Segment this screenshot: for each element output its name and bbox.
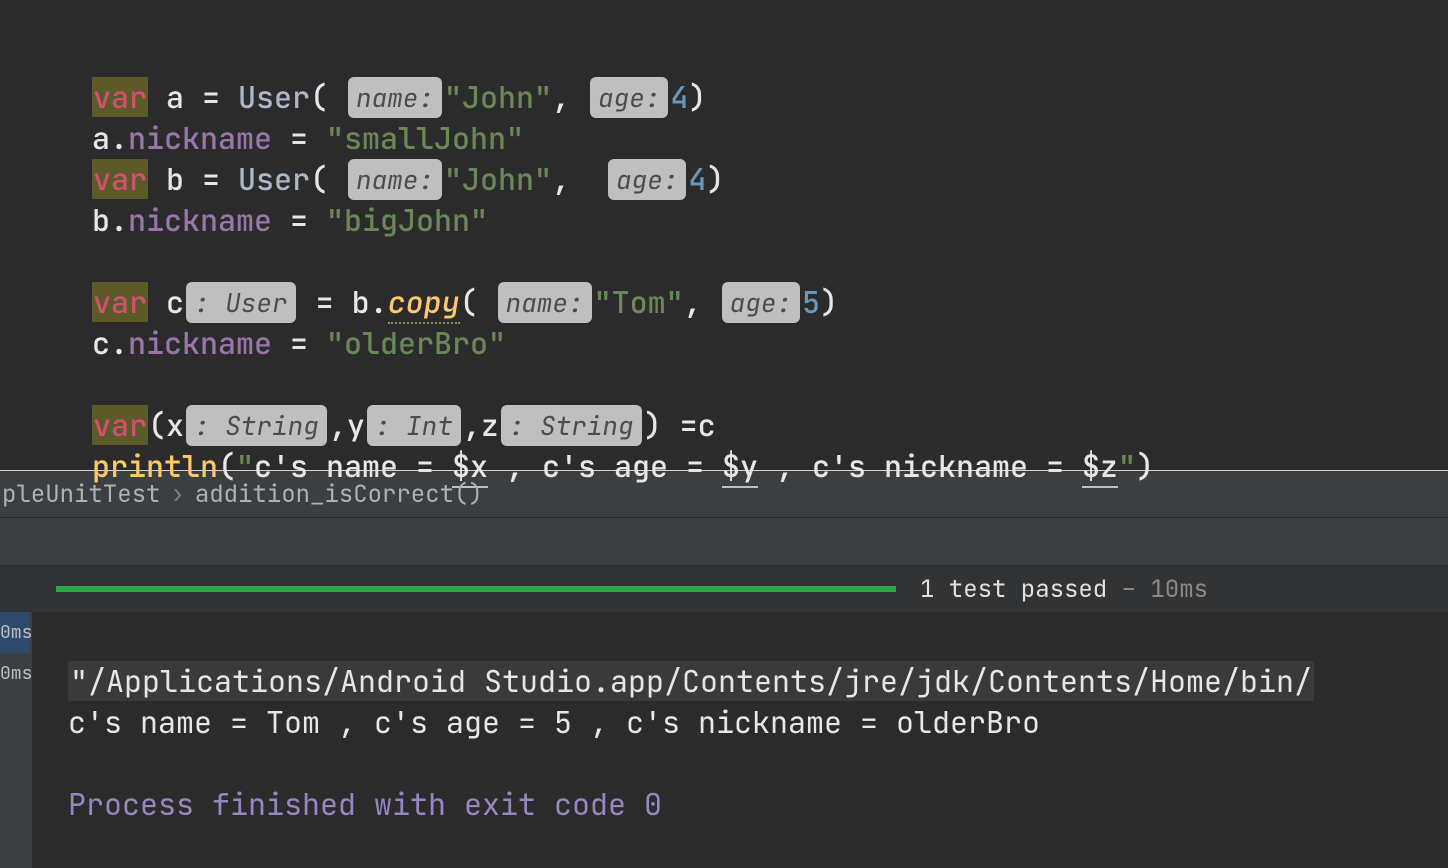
chevron-right-icon: › <box>160 479 194 510</box>
keyword-var: var <box>92 282 148 322</box>
test-duration-gutter: 0ms 0ms <box>0 612 32 868</box>
param-hint: age: <box>590 77 668 118</box>
code-editor[interactable]: var a = User( name:"John", age:4) a.nick… <box>0 0 1448 470</box>
console-stdout: c's name = Tom , c's age = 5 , c's nickn… <box>68 702 1040 742</box>
console-output[interactable]: "/Applications/Android Studio.app/Conten… <box>32 612 1448 868</box>
breadcrumb-class[interactable]: pleUnitTest <box>2 479 160 510</box>
test-row-duration[interactable]: 0ms <box>0 653 30 694</box>
type-hint: : Int <box>367 405 461 446</box>
test-row-duration[interactable]: 0ms <box>0 612 30 653</box>
type-hint: : User <box>186 282 296 323</box>
param-hint: name: <box>348 77 442 118</box>
breadcrumb-method[interactable]: addition_isCorrect() <box>195 479 483 510</box>
param-hint: age: <box>722 282 800 323</box>
run-toolstrip <box>0 518 1448 566</box>
console-exit-line: Process finished with exit code 0 <box>68 784 662 824</box>
param-hint: age: <box>608 159 686 200</box>
tests-duration-label: – 10ms <box>1122 574 1208 605</box>
type-hint: : String <box>186 405 327 446</box>
param-hint: name: <box>348 159 442 200</box>
type-hint: : String <box>501 405 642 446</box>
test-progress-bar <box>56 586 896 592</box>
tests-passed-label: 1 test passed <box>920 574 1107 605</box>
keyword-var: var <box>92 159 148 199</box>
console-panel: 0ms 0ms "/Applications/Android Studio.ap… <box>0 612 1448 868</box>
console-command: "/Applications/Android Studio.app/Conten… <box>68 661 1314 701</box>
test-results-bar: 1 test passed – 10ms <box>0 566 1448 612</box>
keyword-var: var <box>92 77 148 117</box>
keyword-var: var <box>92 405 148 445</box>
param-hint: name: <box>498 282 592 323</box>
